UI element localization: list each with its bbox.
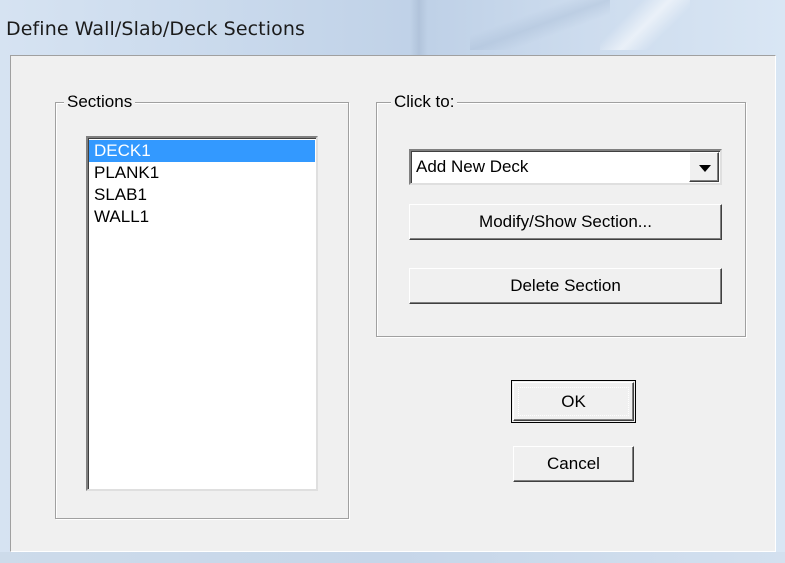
title-bar[interactable]: Define Wall/Slab/Deck Sections (0, 0, 785, 52)
click-to-group-label: Click to: (391, 92, 458, 112)
list-item-slab1[interactable]: SLAB1 (89, 184, 315, 206)
chevron-down-icon (699, 165, 711, 172)
focus-rectangle (518, 387, 629, 416)
delete-section-button[interactable]: Delete Section (409, 268, 722, 304)
dialog-window: Define Wall/Slab/Deck Sections Sections … (0, 0, 785, 563)
modify-show-section-button[interactable]: Modify/Show Section... (409, 204, 722, 240)
click-to-group: Click to: Add New Deck Modify/Show Secti… (376, 92, 746, 337)
section-type-dropdown[interactable]: Add New Deck (409, 149, 722, 185)
cancel-button[interactable]: Cancel (513, 446, 634, 482)
dialog-client-area: Sections DECK1 PLANK1 SLAB1 WALL1 Click … (10, 55, 776, 552)
sections-group-label: Sections (64, 92, 136, 112)
list-item-plank1[interactable]: PLANK1 (89, 162, 315, 184)
dropdown-arrow-button[interactable] (689, 152, 719, 182)
list-item-wall1[interactable]: WALL1 (89, 206, 315, 228)
sections-group: Sections DECK1 PLANK1 SLAB1 WALL1 (55, 92, 349, 519)
sections-listbox[interactable]: DECK1 PLANK1 SLAB1 WALL1 (86, 136, 318, 491)
ok-button[interactable]: OK (513, 382, 634, 421)
window-title: Define Wall/Slab/Deck Sections (6, 18, 305, 40)
dropdown-selected-value: Add New Deck (416, 157, 529, 176)
list-item-deck1[interactable]: DECK1 (89, 140, 315, 162)
window-bottom-frame (0, 552, 785, 563)
